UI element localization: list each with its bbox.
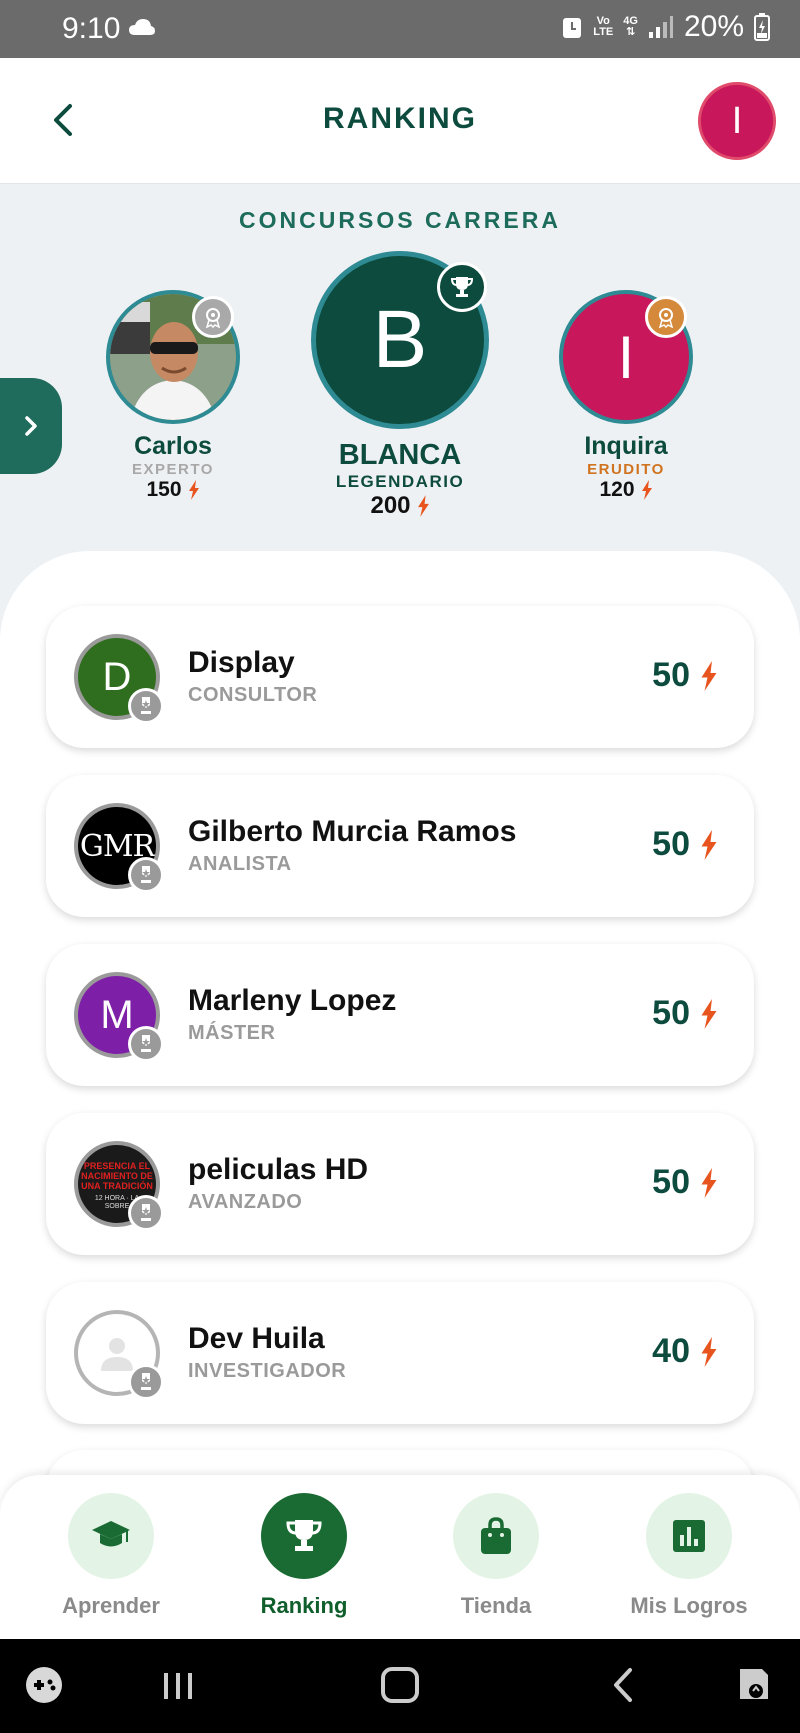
status-time: 9:10 [62,12,121,45]
podium-points: 200 [300,492,500,520]
app-header: RANKING I [0,58,800,184]
nav-tienda[interactable]: Tienda [411,1493,581,1619]
user-name: Display [188,646,295,679]
user-level: INVESTIGADOR [188,1360,347,1382]
signal-icon [648,16,673,38]
podium-first[interactable]: B BLANCA LEGENDARIO 200 [300,251,500,520]
bar-chart-icon [673,1520,705,1552]
bottom-navigation: Aprender Ranking Tienda Mis Logros [0,1475,800,1639]
default-user-icon [101,1338,133,1371]
avatar-image-text: PRESENCIA EL NACIMIENTO DE UNA TRADICIÓN [81,1161,153,1191]
bolt-icon [701,1167,717,1198]
user-points: 40 [652,1332,718,1371]
bolt-icon [188,480,199,500]
recent-apps-icon[interactable] [158,1665,198,1705]
nav-label: Aprender [62,1593,160,1618]
chevron-right-icon [25,416,37,436]
cloud-icon [129,19,155,35]
page-title: RANKING [323,102,477,135]
nav-label: Tienda [460,1593,532,1618]
user-name: peliculas HD [188,1153,369,1186]
shopping-bag-icon [481,1517,511,1554]
nav-label: Mis Logros [630,1593,748,1618]
status-bar: 9:10 Vo LTE 4G ⇅ 20% [0,0,800,58]
bolt-icon [701,660,717,691]
trophy-medal-icon [437,262,487,312]
user-name: Marleny Lopez [188,984,397,1017]
level-badge-icon [128,1364,164,1400]
accessibility-shortcut-icon[interactable] [734,1665,774,1705]
user-level: AVANZADO [188,1191,303,1213]
user-level: ANALISTA [188,853,292,875]
podium-avatar: B [311,251,489,429]
level-badge-icon [128,1195,164,1231]
nav-ranking[interactable]: Ranking [219,1493,389,1619]
bolt-icon [701,829,717,860]
system-navigation-bar [0,1639,800,1733]
podium-second[interactable]: Carlos EXPERTO 150 [98,290,248,502]
podium-name: Carlos [134,432,212,460]
silver-medal-icon [192,296,234,338]
nav-mis-logros[interactable]: Mis Logros [604,1493,774,1619]
podium-level: ERUDITO [587,461,665,478]
user-points: 50 [652,656,718,695]
level-badge-icon [128,857,164,893]
level-badge-icon [128,688,164,724]
user-name: Gilberto Murcia Ramos [188,815,517,848]
user-level: MÁSTER [188,1022,276,1044]
profile-avatar[interactable]: I [698,82,776,160]
podium-points: 120 [551,478,701,502]
expand-side-button[interactable] [0,378,62,474]
home-icon[interactable] [378,1665,422,1705]
podium-points: 150 [98,478,248,502]
ranking-card[interactable]: M Marleny Lopez MÁSTER 50 [46,944,754,1086]
podium-name: BLANCA [338,439,462,471]
user-level: CONSULTOR [188,684,318,706]
podium-third[interactable]: I Inquira ERUDITO 120 [551,290,701,502]
podium-level: EXPERTO [132,461,214,478]
podium-avatar [106,290,240,424]
alarm-icon [563,18,582,38]
user-points: 50 [652,1163,718,1202]
bolt-icon [701,998,717,1029]
contest-title: CONCURSOS CARRERA [239,207,561,233]
trophy-icon [286,1520,322,1551]
user-points: 50 [652,825,718,864]
bolt-icon [641,480,652,500]
level-badge-icon [128,1026,164,1062]
bolt-icon [417,495,429,517]
podium-level: LEGENDARIO [335,472,465,491]
back-nav-icon[interactable] [604,1665,644,1705]
ranking-card[interactable]: PRESENCIA EL NACIMIENTO DE UNA TRADICIÓN… [46,1113,754,1255]
ranking-card[interactable]: Dev Huila INVESTIGADOR 40 [46,1282,754,1424]
nav-aprender[interactable]: Aprender [26,1493,196,1619]
podium-name: Inquira [584,432,668,460]
network-indicator: 4G ⇅ [623,15,638,38]
nav-label: Ranking [260,1593,348,1618]
ranking-card[interactable]: D Display CONSULTOR 50 [46,606,754,748]
bolt-icon [701,1336,717,1367]
game-tools-icon[interactable] [24,1665,64,1705]
user-points: 50 [652,994,718,1033]
bronze-medal-icon [645,296,687,338]
battery-percent: 20% [683,10,744,43]
user-name: Dev Huila [188,1322,325,1355]
battery-charging-icon [754,13,770,41]
graduation-cap-icon [92,1521,130,1547]
volte-indicator: Vo LTE [593,15,614,38]
ranking-card[interactable]: GMR Gilberto Murcia Ramos ANALISTA 50 [46,775,754,917]
podium-avatar: I [559,290,693,424]
